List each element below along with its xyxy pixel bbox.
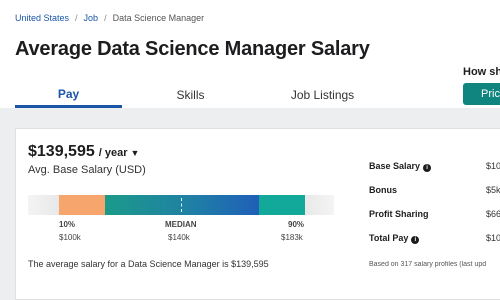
total-pay-label: Total Pay [369, 232, 409, 243]
cta-heading: How sho [463, 66, 500, 78]
salary-range-high-segment [259, 195, 305, 215]
breadcrumb-job-link[interactable]: Job [84, 13, 99, 23]
pricing-button[interactable]: Pric [463, 83, 500, 105]
info-icon[interactable]: i [411, 235, 420, 244]
salary-amount: $139,595 [28, 143, 95, 160]
percentile-90-value: $183k [281, 233, 303, 242]
salary-headline: $139,595 / year ▼ [28, 143, 139, 161]
salary-range-mid-segment [105, 195, 259, 215]
base-salary-value: $10 [486, 161, 500, 171]
cta-panel: How sho Pric [463, 66, 500, 105]
tab-job-listings[interactable]: Job Listings [269, 82, 376, 108]
median-label: MEDIAN [165, 220, 197, 229]
pay-period-selector[interactable]: / year ▼ [99, 147, 140, 159]
avg-salary-label: Avg. Base Salary (USD) [28, 164, 146, 176]
percentile-10-value: $100k [59, 233, 81, 242]
median-marker [181, 198, 182, 212]
bonus-value: $5k [486, 185, 500, 195]
breadcrumb-separator: / [104, 13, 107, 23]
chevron-down-icon: ▼ [130, 148, 140, 158]
pay-breakdown-row: Base Salary i $10 [369, 154, 500, 178]
info-icon[interactable]: i [423, 163, 432, 172]
pay-breakdown-row: Total Pay i $10 [369, 226, 500, 250]
salary-range-low-segment [59, 195, 105, 215]
profit-sharing-value: $66 [486, 209, 500, 219]
profit-sharing-label: Profit Sharing [369, 209, 429, 219]
bonus-label: Bonus [369, 185, 397, 195]
breadcrumb-country-link[interactable]: United States [15, 13, 69, 23]
breadcrumb-separator: / [75, 13, 78, 23]
header-area: United States / Job / Data Science Manag… [0, 0, 500, 108]
tab-bar: Pay Skills Job Listings [15, 82, 376, 108]
base-salary-label: Base Salary [369, 160, 421, 171]
median-value: $140k [168, 233, 190, 242]
breadcrumb: United States / Job / Data Science Manag… [15, 13, 204, 23]
salary-summary-text: The average salary for a Data Science Ma… [28, 259, 269, 269]
pay-breakdown-table: Base Salary i $10 Bonus $5k Profit Sharin… [369, 154, 500, 250]
tab-pay[interactable]: Pay [15, 82, 122, 108]
pay-breakdown-row: Bonus $5k [369, 178, 500, 202]
total-pay-value: $10 [486, 233, 500, 243]
percentile-10-label: 10% [59, 220, 76, 229]
pay-breakdown-row: Profit Sharing $66 [369, 202, 500, 226]
salary-profiles-footnote: Based on 317 salary profiles (last upd [369, 261, 487, 268]
percentile-90-label: 90% [288, 220, 305, 229]
breadcrumb-current: Data Science Manager [112, 13, 205, 23]
page-title: Average Data Science Manager Salary [15, 38, 370, 60]
tab-skills[interactable]: Skills [137, 82, 244, 108]
pay-period-label: / year [98, 147, 128, 159]
